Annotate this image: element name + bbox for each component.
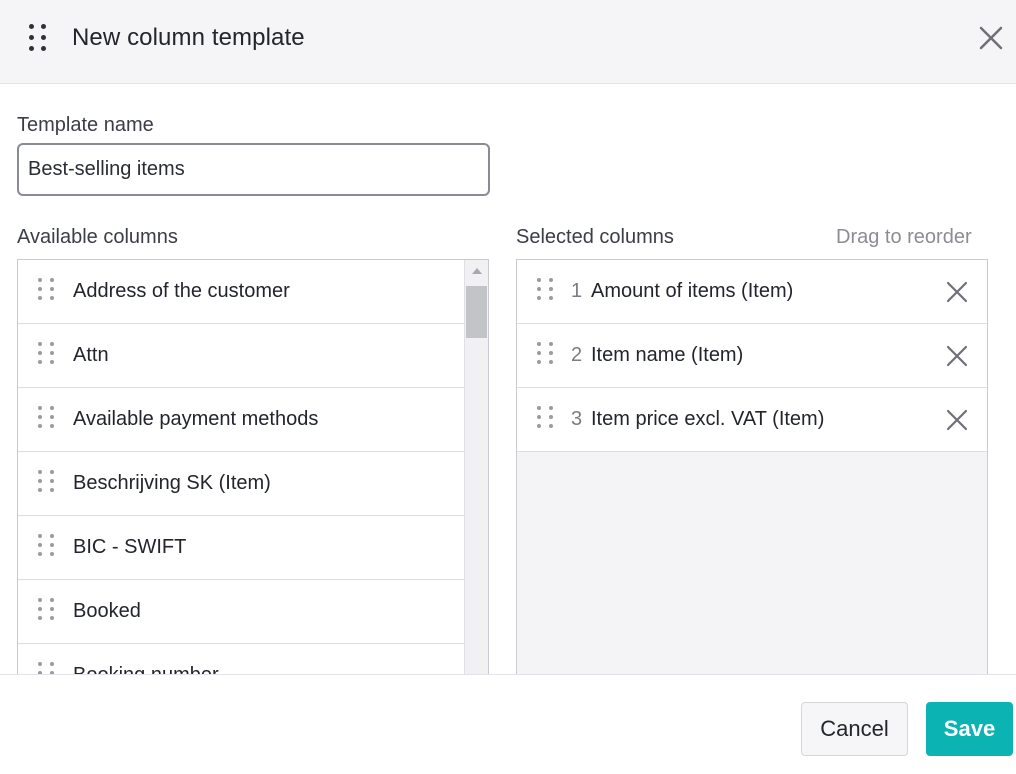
scrollbar[interactable] [464,260,488,678]
close-icon[interactable] [976,23,1006,53]
selected-column-index: 2 [571,344,583,366]
save-button[interactable]: Save [926,702,1013,756]
available-column-label: Booked [73,600,141,622]
drag-handle-icon[interactable] [29,24,46,51]
scroll-up-arrow-icon[interactable] [472,268,482,274]
template-name-label: Template name [17,114,154,136]
selected-columns-list: 1 Amount of items (Item) 2 Item name (It… [516,259,988,679]
dialog-title: New column template [72,24,305,51]
selected-column-item[interactable]: 1 Amount of items (Item) [517,260,987,324]
available-column-label: Available payment methods [73,408,319,430]
available-columns-list: Address of the customer Attn Available p… [17,259,489,679]
selected-column-label: Amount of items (Item) [591,280,794,302]
available-column-label: Address of the customer [73,280,290,302]
available-column-item[interactable]: Attn [18,324,464,388]
drag-handle-icon[interactable] [537,406,553,428]
remove-column-icon[interactable] [945,408,969,432]
drag-handle-icon[interactable] [38,342,54,364]
available-column-label: Beschrijving SK (Item) [73,472,271,494]
available-column-item[interactable]: Address of the customer [18,260,464,324]
selected-column-label: Item price excl. VAT (Item) [591,408,825,430]
drag-to-reorder-hint: Drag to reorder [836,226,972,248]
available-columns-label: Available columns [17,226,178,248]
dialog-header: New column template [0,0,1016,84]
available-column-item[interactable]: BIC - SWIFT [18,516,464,580]
selected-column-index: 3 [571,408,583,430]
drag-handle-icon[interactable] [537,278,553,300]
available-column-item[interactable]: Available payment methods [18,388,464,452]
drag-handle-icon[interactable] [38,278,54,300]
drag-handle-icon[interactable] [38,534,54,556]
selected-columns-label: Selected columns [516,226,674,248]
selected-column-item[interactable]: 2 Item name (Item) [517,324,987,388]
remove-column-icon[interactable] [945,280,969,304]
available-column-item[interactable]: Booked [18,580,464,644]
drag-handle-icon[interactable] [38,598,54,620]
available-column-item[interactable]: Beschrijving SK (Item) [18,452,464,516]
scrollbar-thumb[interactable] [466,286,487,338]
available-column-label: Attn [73,344,109,366]
dialog-footer: Cancel Save [0,674,1016,774]
drag-handle-icon[interactable] [38,406,54,428]
available-column-label: BIC - SWIFT [73,536,187,558]
remove-column-icon[interactable] [945,344,969,368]
drag-handle-icon[interactable] [537,342,553,364]
selected-column-index: 1 [571,280,583,302]
template-name-input[interactable] [17,143,490,196]
selected-column-label: Item name (Item) [591,344,744,366]
drag-handle-icon[interactable] [38,470,54,492]
selected-column-item[interactable]: 3 Item price excl. VAT (Item) [517,388,987,452]
cancel-button[interactable]: Cancel [801,702,908,756]
